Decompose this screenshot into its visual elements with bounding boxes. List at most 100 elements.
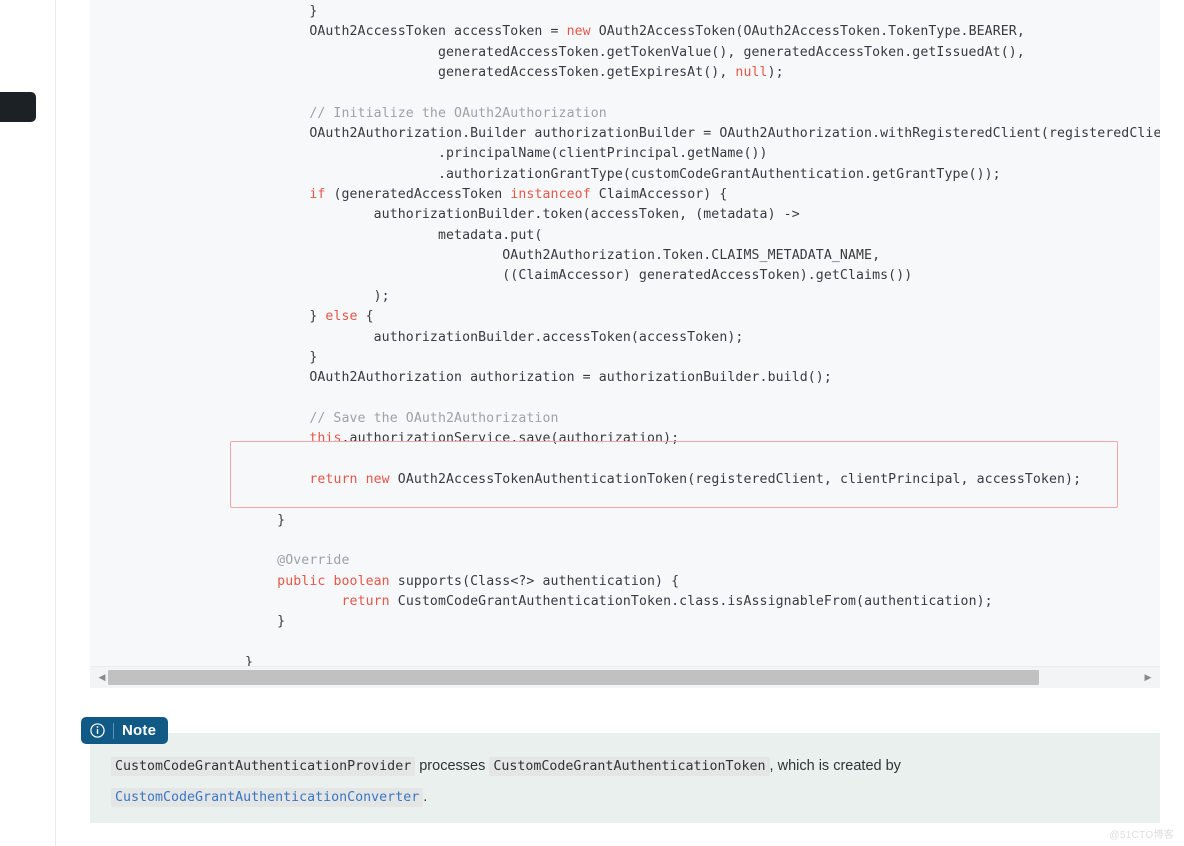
code-token: new	[566, 24, 591, 40]
code-token: this	[309, 431, 342, 447]
code-token: );	[767, 65, 784, 81]
code-line: );	[90, 287, 1160, 307]
code-token: supports(Class<?> authentication) {	[389, 573, 680, 589]
scrollbar-thumb[interactable]	[108, 670, 1039, 685]
code-line: OAuth2AccessToken accessToken = new OAut…	[90, 22, 1160, 42]
note-code-span: CustomCodeGrantAuthenticationToken	[489, 757, 770, 776]
code-content: } OAuth2AccessToken accessToken = new OA…	[90, 0, 1160, 666]
left-edge-tooltip-chip	[0, 92, 36, 122]
code-line: return new OAuth2AccessTokenAuthenticati…	[90, 470, 1160, 490]
code-token: instanceof	[510, 187, 591, 203]
code-token: .authorizationGrantType(customCodeGrantA…	[245, 166, 1001, 182]
code-token: }	[245, 655, 254, 666]
code-token: @Override	[245, 553, 350, 569]
code-token: CustomCodeGrantAuthenticationToken.class…	[389, 593, 993, 609]
scroll-left-arrow-icon[interactable]: ◀	[94, 667, 110, 688]
code-token: return	[341, 593, 390, 609]
code-line: // Save the OAuth2Authorization	[90, 409, 1160, 429]
code-token: );	[245, 288, 390, 304]
code-line: return CustomCodeGrantAuthenticationToke…	[90, 592, 1160, 612]
code-token: null	[735, 65, 768, 81]
code-line: } else {	[90, 307, 1160, 327]
page-root: } OAuth2AccessToken accessToken = new OA…	[0, 0, 1184, 846]
code-line: authorizationBuilder.token(accessToken, …	[90, 205, 1160, 225]
code-token: public boolean	[277, 573, 390, 589]
note-code-link[interactable]: CustomCodeGrantAuthenticationConverter	[111, 788, 424, 807]
code-token: .authorizationService.save(authorization…	[341, 431, 680, 447]
code-token: }	[245, 512, 286, 528]
code-token: authorizationBuilder.token(accessToken, …	[245, 207, 800, 223]
code-token: OAuth2Authorization.Token.CLAIMS_METADAT…	[245, 248, 881, 264]
code-line: OAuth2Authorization.Builder authorizatio…	[90, 124, 1160, 144]
code-line: }	[90, 653, 1160, 666]
code-token: else	[325, 309, 358, 325]
code-line: public boolean supports(Class<?> authent…	[90, 572, 1160, 592]
code-token: }	[245, 614, 286, 630]
code-line: generatedAccessToken.getTokenValue(), ge…	[90, 43, 1160, 63]
code-line: authorizationBuilder.accessToken(accessT…	[90, 328, 1160, 348]
code-line: }	[90, 2, 1160, 22]
code-scroll-viewport[interactable]: } OAuth2AccessToken accessToken = new OA…	[90, 0, 1160, 666]
code-line: .principalName(clientPrincipal.getName()…	[90, 144, 1160, 164]
code-block: } OAuth2AccessToken accessToken = new OA…	[90, 0, 1160, 688]
code-token: (generatedAccessToken	[325, 187, 511, 203]
note-admonition: Note CustomCodeGrantAuthenticationProvid…	[81, 717, 1160, 823]
note-label: Note	[122, 722, 157, 739]
code-token: }	[245, 309, 326, 325]
note-code-span: CustomCodeGrantAuthenticationProvider	[111, 757, 416, 776]
code-token: .principalName(clientPrincipal.getName()…	[245, 146, 768, 162]
code-token: // Initialize the OAuth2Authorization	[245, 105, 607, 121]
note-text: .	[423, 789, 428, 805]
page-gutter-rule	[55, 0, 56, 846]
code-token: ClaimAccessor) {	[590, 187, 728, 203]
code-token: metadata.put(	[245, 227, 543, 243]
note-badge: Note	[81, 717, 169, 744]
note-badge-divider	[113, 722, 114, 739]
code-token: ((ClaimAccessor) generatedAccessToken).g…	[245, 268, 913, 284]
code-line: // Initialize the OAuth2Authorization	[90, 104, 1160, 124]
code-line: if (generatedAccessToken instanceof Clai…	[90, 185, 1160, 205]
code-token: authorizationBuilder.accessToken(accessT…	[245, 329, 744, 345]
code-token: generatedAccessToken.getExpiresAt(),	[245, 65, 736, 81]
code-line: OAuth2Authorization authorization = auth…	[90, 368, 1160, 388]
watermark: @51CTO博客	[1109, 830, 1174, 841]
code-line: .authorizationGrantType(customCodeGrantA…	[90, 165, 1160, 185]
code-line: @Override	[90, 551, 1160, 571]
code-token: {	[357, 309, 374, 325]
code-line: OAuth2Authorization.Token.CLAIMS_METADAT…	[90, 246, 1160, 266]
code-horizontal-scrollbar[interactable]: ◀ ▶	[90, 666, 1160, 688]
code-token: OAuth2Authorization.Builder authorizatio…	[245, 126, 1160, 142]
code-token: OAuth2AccessToken(OAuth2AccessToken.Toke…	[590, 24, 1025, 40]
code-token: OAuth2AccessTokenAuthenticationToken(reg…	[389, 471, 1082, 487]
scroll-right-arrow-icon[interactable]: ▶	[1140, 667, 1156, 688]
note-text: , which is created by	[769, 758, 901, 774]
code-line: generatedAccessToken.getExpiresAt(), nul…	[90, 63, 1160, 83]
code-line: metadata.put(	[90, 226, 1160, 246]
code-line: }	[90, 348, 1160, 368]
code-token: OAuth2AccessToken accessToken =	[245, 24, 567, 40]
code-token: if	[309, 187, 326, 203]
code-token: OAuth2Authorization authorization = auth…	[245, 370, 832, 386]
code-line: }	[90, 612, 1160, 632]
code-token: // Save the OAuth2Authorization	[245, 410, 559, 426]
code-token: }	[245, 4, 318, 19]
code-token: generatedAccessToken.getTokenValue(), ge…	[245, 44, 1025, 60]
code-line: }	[90, 511, 1160, 531]
code-line: this.authorizationService.save(authoriza…	[90, 429, 1160, 449]
note-body: CustomCodeGrantAuthenticationProvider pr…	[111, 751, 1140, 813]
code-token: return new	[309, 471, 390, 487]
code-token: }	[245, 349, 318, 365]
info-circle-icon	[90, 723, 105, 738]
note-text: processes	[415, 758, 490, 774]
